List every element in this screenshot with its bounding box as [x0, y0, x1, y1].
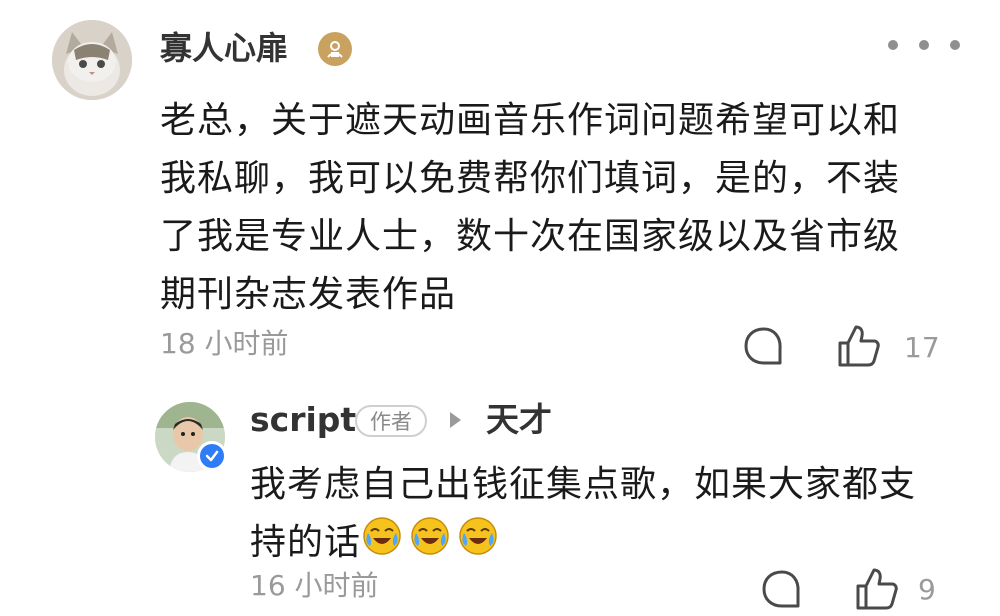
- reply-arrow-icon: [450, 412, 461, 428]
- thumbs-up-icon[interactable]: [854, 566, 900, 612]
- reply-text: 我考虑自己出钱征集点歌，如果大家都支持的话: [250, 464, 917, 563]
- reply-to-username[interactable]: 天才: [486, 398, 552, 442]
- comment-timestamp: 18 小时前: [160, 327, 289, 360]
- comment-bubble-icon[interactable]: [760, 568, 804, 612]
- verified-check-icon: [197, 441, 227, 471]
- laughing-crying-emoji: [411, 517, 449, 555]
- reply-like-count: 9: [918, 573, 936, 606]
- author-tag: 作者: [355, 405, 427, 437]
- user-avatar[interactable]: [52, 20, 132, 100]
- laughing-crying-emoji: [459, 517, 497, 555]
- comment-text: 老总，关于遮天动画音乐作词问题希望可以和我私聊，我可以免费帮你们填词，是的，不装…: [160, 100, 901, 315]
- emoji-row: [362, 516, 498, 556]
- comment-username[interactable]: 寡人心扉: [160, 26, 288, 70]
- like-count: 17: [904, 331, 940, 364]
- reply-username[interactable]: script: [250, 398, 356, 442]
- user-badge-icon: [318, 32, 352, 66]
- reply-timestamp: 16 小时前: [250, 569, 379, 602]
- thumbs-up-icon[interactable]: [836, 323, 882, 369]
- comment-bubble-icon[interactable]: [742, 325, 786, 369]
- laughing-crying-emoji: [363, 517, 401, 555]
- more-dots-icon[interactable]: [888, 30, 960, 60]
